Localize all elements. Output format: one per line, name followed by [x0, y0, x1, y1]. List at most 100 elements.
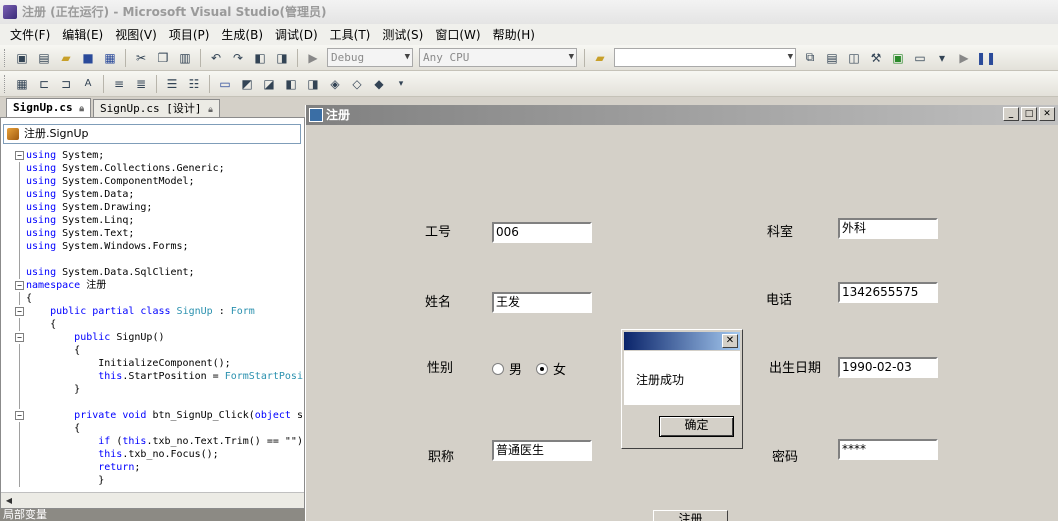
navigate-backward-icon[interactable]: ◧: [251, 49, 269, 67]
toolbar-grip[interactable]: [4, 74, 7, 93]
solution-configuration-select[interactable]: Debug ▼: [327, 48, 413, 67]
toolbar-options-icon[interactable]: ▾: [933, 49, 951, 67]
message-box-title-bar[interactable]: ✕: [624, 332, 740, 350]
title-input[interactable]: 普通医生: [492, 440, 592, 461]
properties-icon[interactable]: ▤: [823, 49, 841, 67]
code-line[interactable]: − public SignUp(): [1, 331, 304, 344]
code-line[interactable]: {: [1, 292, 304, 305]
outdent-icon[interactable]: ≡: [110, 75, 128, 93]
redo-icon[interactable]: ↷: [229, 49, 247, 67]
code-line[interactable]: }: [1, 383, 304, 396]
menu-edit[interactable]: 编辑(E): [56, 25, 109, 45]
copy-icon[interactable]: ❐: [154, 49, 172, 67]
find-in-files-icon[interactable]: ▰: [591, 49, 609, 67]
employee-no-input[interactable]: 006: [492, 222, 592, 243]
previous-bookmark-icon[interactable]: ◩: [238, 75, 256, 93]
code-line[interactable]: return;: [1, 461, 304, 474]
code-line[interactable]: using System.Drawing;: [1, 201, 304, 214]
type-navigation-select[interactable]: 注册.SignUp: [3, 124, 301, 144]
tab-signup-designer[interactable]: SignUp.cs [设计] 🔒︎: [93, 99, 220, 117]
menu-debug[interactable]: 调试(D): [269, 25, 324, 45]
break-all-icon[interactable]: ❚❚: [976, 49, 996, 67]
code-line[interactable]: if (this.txb_no.Text.Trim() == ""): [1, 435, 304, 448]
maximize-icon[interactable]: □: [1021, 107, 1037, 121]
solution-platform-select[interactable]: Any CPU ▼: [419, 48, 577, 67]
code-line[interactable]: InitializeComponent();: [1, 357, 304, 370]
command-window-icon[interactable]: ▭: [911, 49, 929, 67]
new-project-icon[interactable]: ▣: [13, 49, 31, 67]
code-line[interactable]: {: [1, 422, 304, 435]
toolbar-grip[interactable]: [4, 48, 7, 67]
align-to-grid-icon[interactable]: ▦: [13, 75, 31, 93]
menu-build[interactable]: 生成(B): [215, 25, 269, 45]
code-line[interactable]: [1, 396, 304, 409]
toolbox-icon[interactable]: ⚒: [867, 49, 885, 67]
collapse-icon[interactable]: −: [15, 151, 24, 160]
minimize-icon[interactable]: _: [1003, 107, 1019, 121]
continue-icon[interactable]: ▶: [955, 49, 973, 67]
signup-button[interactable]: 注册: [653, 510, 728, 521]
menu-test[interactable]: 测试(S): [376, 25, 429, 45]
font-icon[interactable]: A: [79, 75, 97, 93]
save-all-icon[interactable]: ▦: [101, 49, 119, 67]
close-icon[interactable]: ✕: [1039, 107, 1055, 121]
password-input[interactable]: ****: [838, 439, 938, 460]
gender-radio-male[interactable]: 男: [492, 359, 522, 378]
phone-input[interactable]: 1342655575: [838, 282, 938, 303]
uncomment-icon[interactable]: ☷: [185, 75, 203, 93]
paste-icon[interactable]: ▥: [176, 49, 194, 67]
previous-bookmark-folder-icon[interactable]: ◧: [282, 75, 300, 93]
form-title-bar[interactable]: 注册 _ □ ✕: [306, 105, 1058, 125]
collapse-icon[interactable]: −: [15, 333, 24, 342]
code-line[interactable]: {: [1, 344, 304, 357]
menu-file[interactable]: 文件(F): [4, 25, 56, 45]
toolbar-options-icon[interactable]: ▾: [392, 75, 410, 93]
start-page-icon[interactable]: ▣: [889, 49, 907, 67]
code-editor[interactable]: 注册.SignUp − using System; using System.Col…: [0, 117, 305, 509]
code-line[interactable]: using System.ComponentModel;: [1, 175, 304, 188]
clear-bookmarks-icon[interactable]: ◆: [370, 75, 388, 93]
object-browser-icon[interactable]: ◫: [845, 49, 863, 67]
cut-icon[interactable]: ✂: [132, 49, 150, 67]
code-line[interactable]: using System.Collections.Generic;: [1, 162, 304, 175]
birth-date-input[interactable]: 1990-02-03: [838, 357, 938, 378]
collapse-icon[interactable]: −: [15, 307, 24, 316]
start-debugging-icon[interactable]: ▶: [304, 49, 322, 67]
menu-help[interactable]: 帮助(H): [487, 25, 541, 45]
radio-dot[interactable]: [492, 362, 504, 375]
find-combo[interactable]: ▼: [614, 48, 796, 67]
align-centers-icon[interactable]: ⊐: [57, 75, 75, 93]
indent-icon[interactable]: ≣: [132, 75, 150, 93]
code-line[interactable]: using System.Text;: [1, 227, 304, 240]
code-line[interactable]: using System.Data;: [1, 188, 304, 201]
open-folder-icon[interactable]: ▰: [57, 49, 75, 67]
next-bookmark-folder-icon[interactable]: ◨: [304, 75, 322, 93]
horizontal-scrollbar[interactable]: ◀: [1, 492, 304, 508]
department-input[interactable]: 外科: [838, 218, 938, 239]
gender-radio-female[interactable]: 女: [536, 359, 566, 378]
add-item-icon[interactable]: ▤: [35, 49, 53, 67]
code-line[interactable]: − namespace 注册: [1, 279, 304, 292]
code-line[interactable]: [1, 253, 304, 266]
navigate-forward-icon[interactable]: ◨: [273, 49, 291, 67]
collapse-icon[interactable]: −: [15, 281, 24, 290]
save-icon[interactable]: ■: [79, 49, 97, 67]
solution-explorer-icon[interactable]: ⧉: [801, 49, 819, 67]
locals-panel-title[interactable]: 局部变量: [0, 509, 305, 521]
close-icon[interactable]: ✕: [722, 334, 738, 348]
comment-icon[interactable]: ☰: [163, 75, 181, 93]
undo-icon[interactable]: ↶: [207, 49, 225, 67]
menu-view[interactable]: 视图(V): [109, 25, 163, 45]
code-line[interactable]: }: [1, 474, 304, 487]
code-line[interactable]: using System.Windows.Forms;: [1, 240, 304, 253]
code-line[interactable]: this.txb_no.Focus();: [1, 448, 304, 461]
next-bookmark-icon[interactable]: ◪: [260, 75, 278, 93]
previous-bookmark-document-icon[interactable]: ◈: [326, 75, 344, 93]
code-line[interactable]: this.StartPosition = FormStartPosi: [1, 370, 304, 383]
code-line[interactable]: − private void btn_SignUp_Click(object s: [1, 409, 304, 422]
collapse-icon[interactable]: −: [15, 411, 24, 420]
radio-dot[interactable]: [536, 362, 548, 375]
name-input[interactable]: 王发: [492, 292, 592, 313]
code-area[interactable]: − using System; using System.Collections.G…: [1, 149, 304, 487]
code-line[interactable]: {: [1, 318, 304, 331]
